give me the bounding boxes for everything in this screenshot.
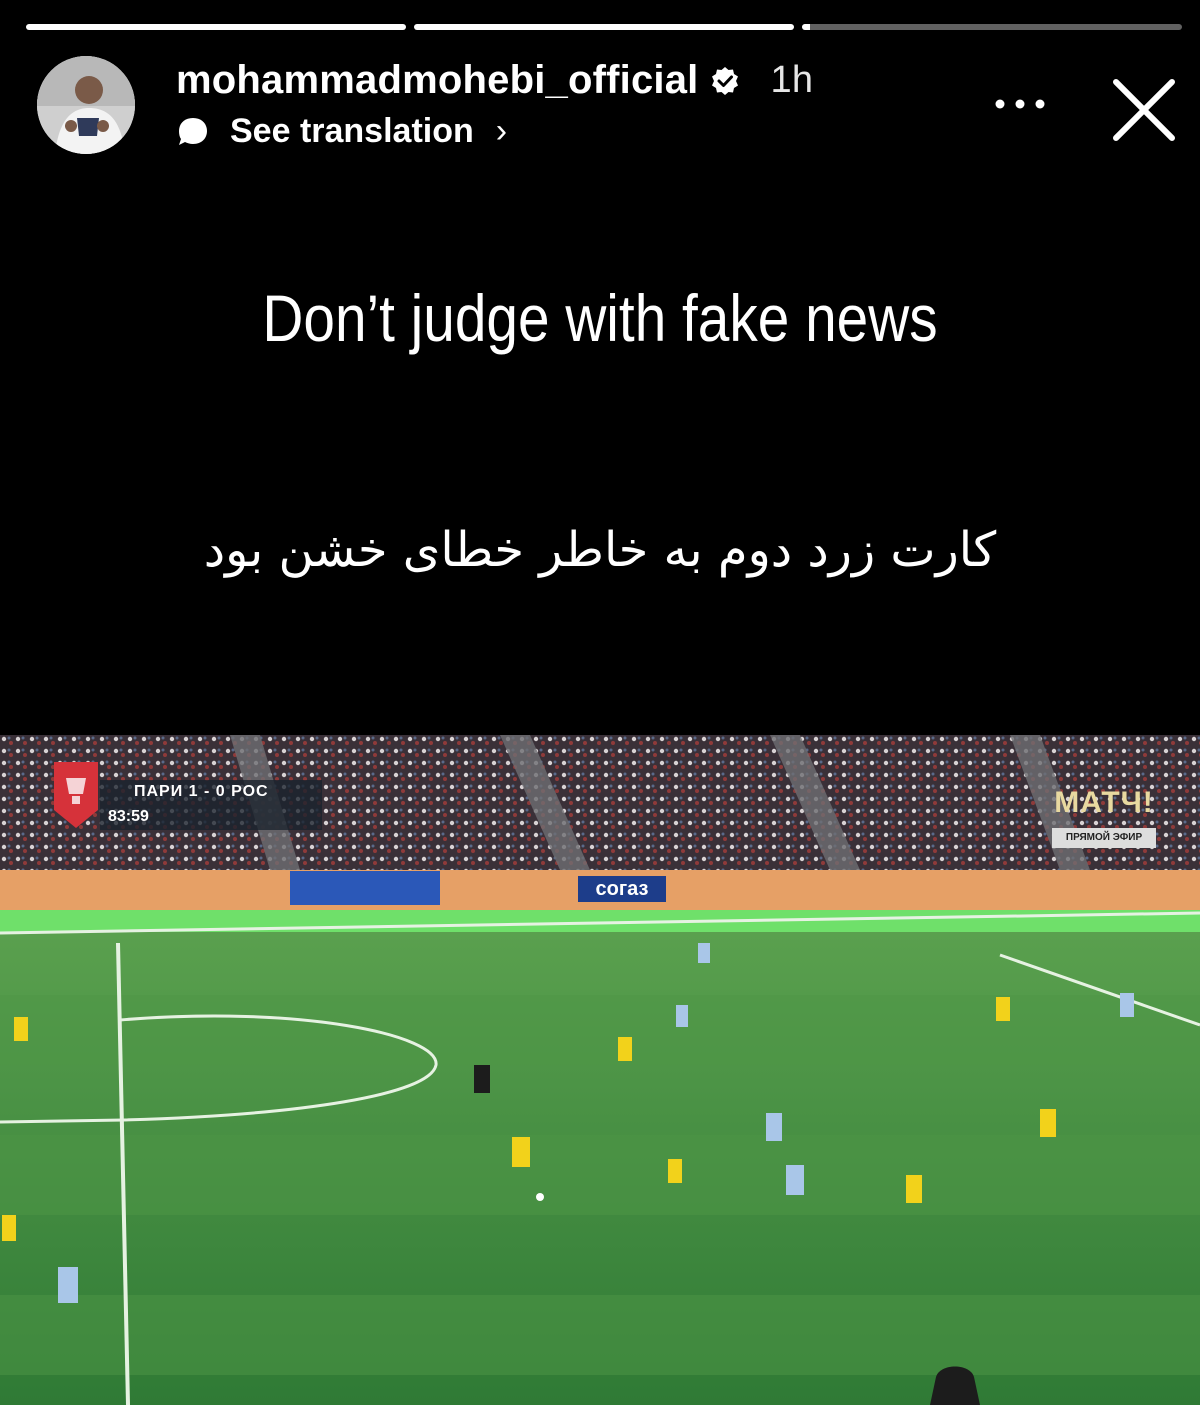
see-translation-button[interactable]: See translation › bbox=[176, 112, 507, 151]
progress-fill bbox=[414, 24, 794, 30]
see-translation-label: See translation bbox=[230, 112, 474, 150]
progress-fill bbox=[802, 24, 810, 30]
match-scoreboard: ПАРИ 1 - 0 РОС 83:59 bbox=[100, 780, 322, 830]
sponsor-board: согаз bbox=[578, 876, 666, 902]
tv-live-label: ПРЯМОЙ ЭФИР bbox=[1052, 828, 1156, 848]
speech-bubble-icon bbox=[179, 117, 207, 145]
username-row[interactable]: mohammadmohebi_official 1h bbox=[176, 58, 813, 103]
cup-logo bbox=[54, 762, 98, 828]
tv-channel-logo: МАТЧ! bbox=[1054, 786, 1154, 819]
chevron-right-icon: › bbox=[495, 112, 508, 150]
verified-badge-icon bbox=[712, 66, 739, 95]
story-persian-caption: کارت زرد دوم به خاطر خطای خشن بود bbox=[203, 522, 997, 578]
post-time: 1h bbox=[770, 59, 814, 101]
story-progress-segment bbox=[26, 24, 406, 30]
match-broadcast-image bbox=[0, 735, 1200, 1405]
progress-fill bbox=[26, 24, 406, 30]
score-teams: ПАРИ 1 - 0 РОС bbox=[134, 783, 269, 800]
avatar-photo bbox=[37, 56, 135, 154]
match-clock: 83:59 bbox=[108, 808, 149, 825]
story-progress-bars bbox=[26, 24, 1182, 30]
profile-avatar[interactable] bbox=[37, 56, 135, 154]
story-progress-segment bbox=[802, 24, 1182, 30]
story-headline: Don’t judge with fake news bbox=[262, 281, 938, 355]
close-icon[interactable] bbox=[1110, 76, 1178, 144]
username[interactable]: mohammadmohebi_official bbox=[176, 58, 698, 103]
story-progress-segment bbox=[414, 24, 794, 30]
more-options-icon[interactable] bbox=[992, 92, 1048, 116]
